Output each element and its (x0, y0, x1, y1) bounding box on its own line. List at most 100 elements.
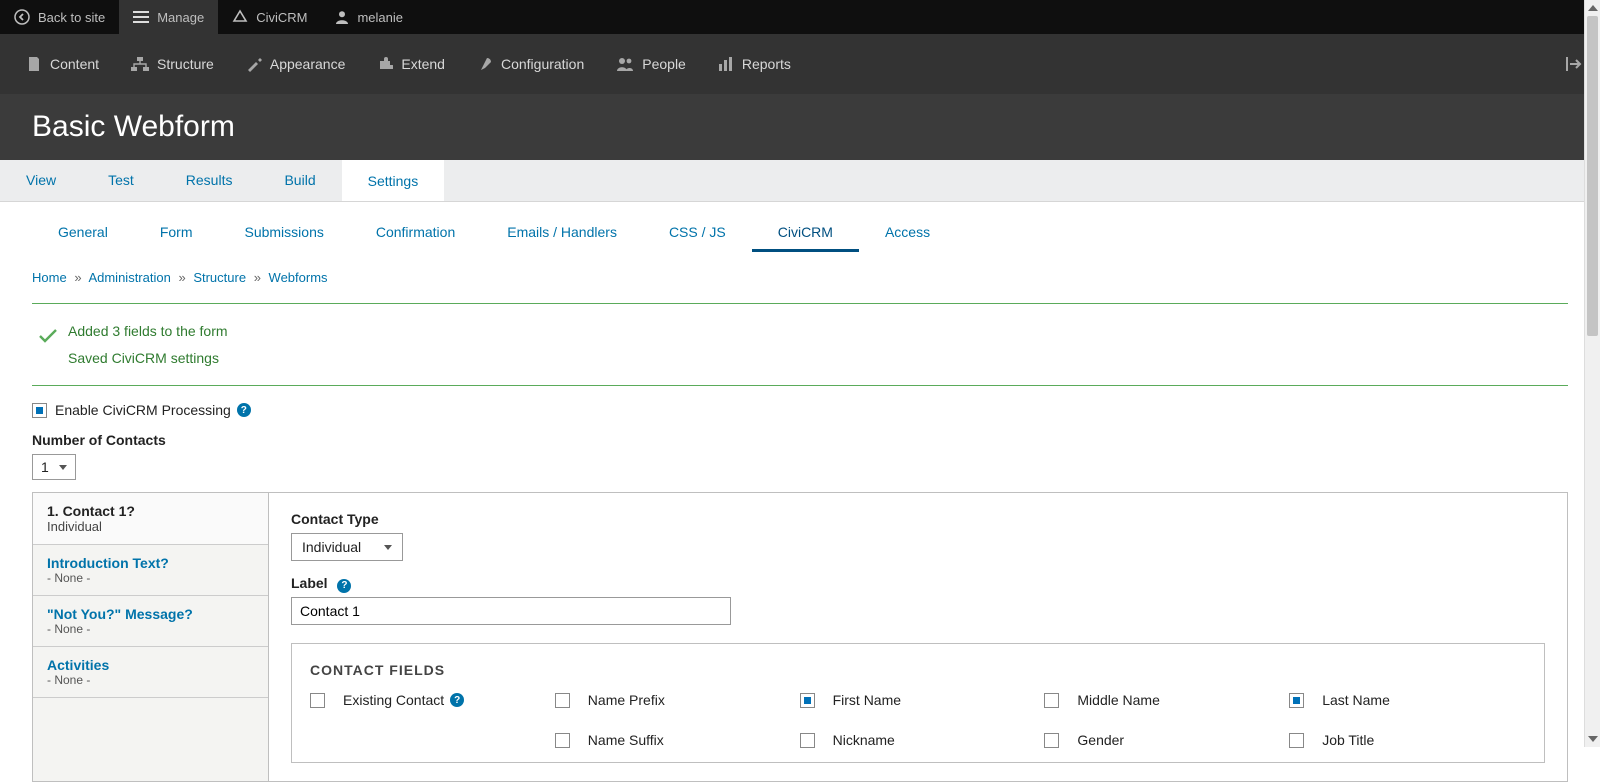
contact-fields-fieldset: CONTACT FIELDS Existing Contact ? Name P… (291, 643, 1545, 763)
page-title: Basic Webform (32, 110, 1600, 144)
enable-civicrm-label: Enable CiviCRM Processing (55, 402, 231, 418)
tab-view[interactable]: View (0, 160, 82, 201)
content-icon (26, 56, 42, 72)
subtab-access[interactable]: Access (859, 216, 956, 252)
back-to-site-button[interactable]: Back to site (0, 0, 119, 34)
subtab-form[interactable]: Form (134, 216, 219, 252)
first-name-checkbox[interactable] (800, 693, 815, 708)
hamburger-icon (133, 10, 149, 24)
nickname-checkbox[interactable] (800, 733, 815, 748)
middle-name-checkbox[interactable] (1044, 693, 1059, 708)
num-contacts-value: 1 (41, 459, 49, 475)
status-line-1: Added 3 fields to the form (68, 318, 1568, 345)
manage-label: Manage (157, 10, 204, 25)
help-icon[interactable]: ? (450, 693, 464, 707)
subtab-confirmation[interactable]: Confirmation (350, 216, 481, 252)
admin-menu: Content Structure Appearance Extend Conf… (0, 34, 1600, 94)
sidebar-item-intro[interactable]: Introduction Text? - None - (33, 545, 268, 596)
admin-reports[interactable]: Reports (702, 34, 807, 94)
breadcrumb-structure[interactable]: Structure (193, 270, 246, 285)
breadcrumb-sep: » (70, 270, 85, 285)
enable-civicrm-checkbox[interactable] (32, 403, 47, 418)
scroll-up-button[interactable] (1585, 0, 1600, 16)
back-to-site-label: Back to site (38, 10, 105, 25)
subtab-emails[interactable]: Emails / Handlers (481, 216, 643, 252)
civicrm-editor: 1. Contact 1? Individual Introduction Te… (32, 492, 1568, 782)
first-name-label: First Name (833, 692, 901, 708)
check-icon (38, 328, 58, 344)
admin-configuration[interactable]: Configuration (461, 34, 600, 94)
sidebar: 1. Contact 1? Individual Introduction Te… (33, 493, 269, 781)
middle-name-label: Middle Name (1077, 692, 1159, 708)
appearance-icon (246, 56, 262, 72)
sidebar-item-notyou[interactable]: "Not You?" Message? - None - (33, 596, 268, 647)
back-arrow-icon (14, 9, 30, 25)
scroll-down-button[interactable] (1585, 731, 1600, 747)
scrollbar[interactable] (1584, 0, 1600, 747)
last-name-checkbox[interactable] (1289, 693, 1304, 708)
admin-appearance[interactable]: Appearance (230, 34, 362, 94)
sidebar-item-activities[interactable]: Activities - None - (33, 647, 268, 698)
admin-people[interactable]: People (600, 34, 702, 94)
breadcrumb-home[interactable]: Home (32, 270, 67, 285)
tab-settings[interactable]: Settings (342, 160, 445, 201)
sidebar-notyou-title: "Not You?" Message? (47, 606, 254, 622)
name-suffix-checkbox[interactable] (555, 733, 570, 748)
user-name-label: melanie (357, 10, 403, 25)
status-line-2: Saved CiviCRM settings (68, 345, 1568, 372)
label-input[interactable] (291, 597, 731, 625)
num-contacts-select[interactable]: 1 (32, 454, 76, 480)
contact-type-label: Contact Type (291, 511, 1545, 527)
gender-label: Gender (1077, 732, 1124, 748)
help-icon[interactable]: ? (337, 579, 351, 593)
tab-test[interactable]: Test (82, 160, 160, 201)
admin-content[interactable]: Content (10, 34, 115, 94)
sidebar-contact1-title: 1. Contact 1? (47, 503, 254, 519)
subtab-civicrm[interactable]: CiviCRM (752, 216, 859, 252)
people-icon (616, 57, 634, 71)
admin-structure[interactable]: Structure (115, 34, 230, 94)
tab-results[interactable]: Results (160, 160, 259, 201)
sidebar-contact1-sub: Individual (47, 519, 254, 534)
admin-people-label: People (642, 56, 686, 72)
sidebar-intro-sub: - None - (47, 571, 254, 585)
secondary-tabs: General Form Submissions Confirmation Em… (0, 216, 1600, 252)
page-title-area: Basic Webform (0, 94, 1600, 160)
contact-fields-legend: CONTACT FIELDS (292, 662, 1544, 692)
gender-checkbox[interactable] (1044, 733, 1059, 748)
name-prefix-checkbox[interactable] (555, 693, 570, 708)
manage-button[interactable]: Manage (119, 0, 218, 34)
sidebar-intro-title: Introduction Text? (47, 555, 254, 571)
help-icon[interactable]: ? (237, 403, 251, 417)
civicrm-toolbar-button[interactable]: CiviCRM (218, 0, 321, 34)
subtab-submissions[interactable]: Submissions (218, 216, 349, 252)
sidebar-activities-title: Activities (47, 657, 254, 673)
admin-reports-label: Reports (742, 56, 791, 72)
civicrm-icon (232, 9, 248, 25)
admin-appearance-label: Appearance (270, 56, 346, 72)
subtab-cssjs[interactable]: CSS / JS (643, 216, 752, 252)
subtab-general[interactable]: General (32, 216, 134, 252)
chevron-down-icon (59, 465, 67, 470)
breadcrumb-sep: » (174, 270, 189, 285)
admin-extend[interactable]: Extend (361, 34, 461, 94)
form-region: Enable CiviCRM Processing ? Number of Co… (0, 398, 1600, 480)
sidebar-notyou-sub: - None - (47, 622, 254, 636)
orientation-icon (1566, 56, 1584, 72)
existing-contact-checkbox[interactable] (310, 693, 325, 708)
breadcrumb-administration[interactable]: Administration (88, 270, 170, 285)
sidebar-item-contact1[interactable]: 1. Contact 1? Individual (33, 493, 268, 545)
nickname-label: Nickname (833, 732, 895, 748)
contact-type-select[interactable]: Individual (291, 533, 403, 561)
scroll-thumb[interactable] (1587, 16, 1598, 336)
job-title-checkbox[interactable] (1289, 733, 1304, 748)
tab-build[interactable]: Build (258, 160, 341, 201)
breadcrumb-webforms[interactable]: Webforms (269, 270, 328, 285)
user-menu-button[interactable]: melanie (321, 0, 417, 34)
admin-configuration-label: Configuration (501, 56, 584, 72)
reports-icon (718, 56, 734, 72)
configuration-icon (477, 56, 493, 72)
primary-tabs: View Test Results Build Settings (0, 160, 1600, 202)
admin-structure-label: Structure (157, 56, 214, 72)
main-panel: Contact Type Individual Label ? CONTACT … (269, 493, 1567, 781)
